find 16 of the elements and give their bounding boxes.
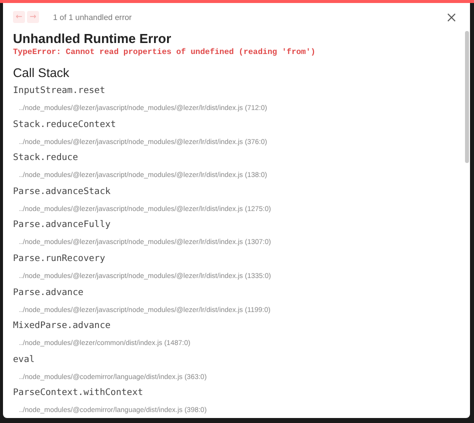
stack-frame-function: MixedParse.advance <box>13 320 112 334</box>
stack-frame-function: ParseContext.withContext <box>13 387 144 400</box>
stack-frame-function: InputStream.reset <box>13 85 106 98</box>
section-heading: Call Stack <box>13 66 70 81</box>
stack-frame-function: Parse.advanceStack <box>13 186 112 199</box>
error-message: TypeError: Cannot read properties of undefined (reading 'from') <box>13 47 316 59</box>
stack-frame-function: Parse.advance <box>13 286 84 300</box>
error-title: Unhandled Runtime Error <box>13 31 172 47</box>
close-icon[interactable] <box>447 12 456 22</box>
stack-frame-function: Stack.reduce <box>13 152 80 166</box>
scrollbar[interactable] <box>465 31 469 163</box>
error-counter: 1 of 1 unhandled error <box>53 12 132 22</box>
stack-frame-function: Parse.advanceFully <box>13 219 112 232</box>
stack-frame-function: Stack.reduceContext <box>13 118 117 132</box>
stack-frame-function: Parse.runRecovery <box>13 252 106 266</box>
stack-frame-function: eval <box>13 354 36 367</box>
